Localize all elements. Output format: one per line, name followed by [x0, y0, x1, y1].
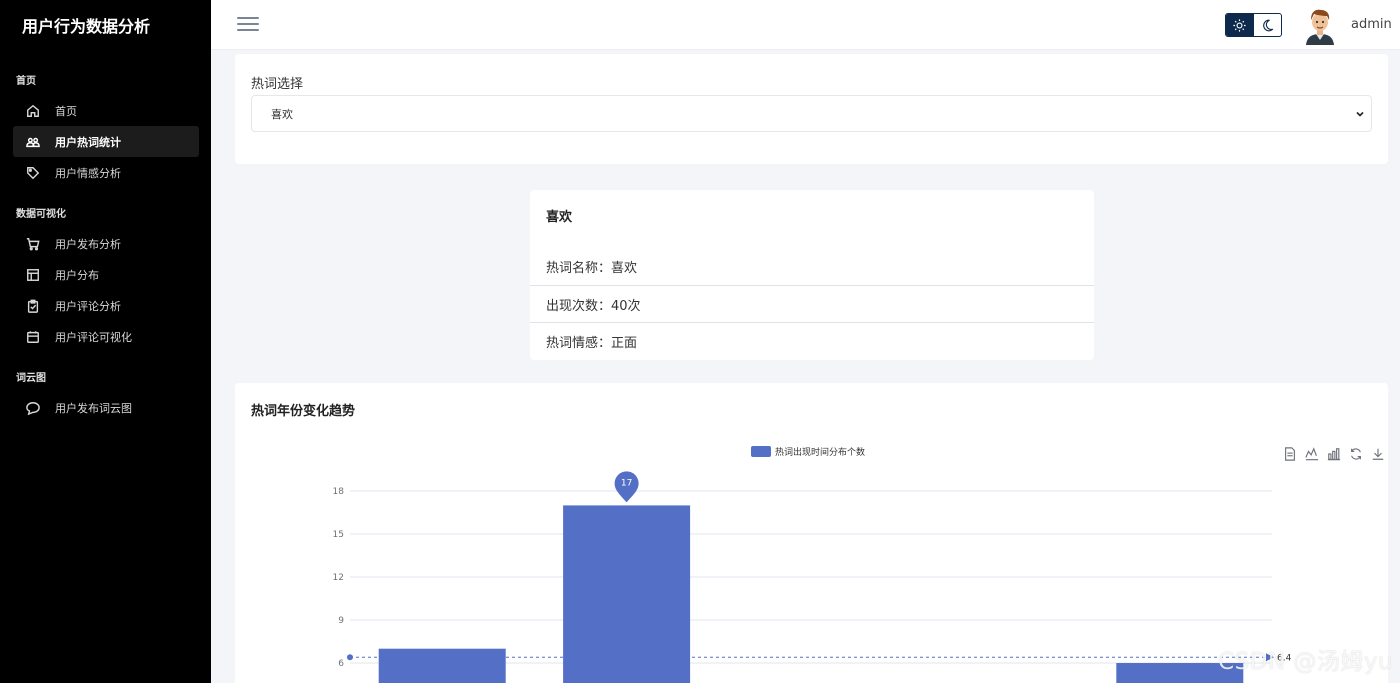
hotword-select-value: 喜欢 [271, 107, 293, 121]
home-icon [25, 103, 41, 119]
hotword-info-card: 喜欢 热词名称：喜欢 出现次数：40次 热词情感：正面 [530, 190, 1094, 360]
mark-point-label: 17 [621, 478, 632, 488]
sidebar-item[interactable]: 用户发布词云图 [13, 392, 199, 423]
moon-icon [1262, 19, 1273, 31]
y-tick-label: 6 [338, 659, 344, 669]
bar [563, 505, 691, 683]
sidebar-item[interactable]: 用户热词统计 [13, 126, 199, 157]
sidebar-item[interactable]: 用户发布分析 [13, 228, 199, 259]
legend-label: 热词出现时间分布个数 [775, 446, 865, 458]
username[interactable]: admin [1351, 17, 1392, 32]
sidebar-item-label: 用户发布分析 [55, 237, 121, 251]
table-icon [25, 267, 41, 283]
sidebar-section-title: 词云图 [16, 373, 46, 384]
sidebar-item-label: 用户情感分析 [55, 166, 121, 180]
calendar-icon [25, 329, 41, 345]
sidebar-item[interactable]: 用户评论可视化 [13, 321, 199, 352]
sidebar-nav: 首页 首页 用户热词统计 用户情感分析 数据可视化 用户发布分析 用户分布 用户评论分析 用户评… [0, 50, 211, 423]
hotword-select[interactable]: 喜欢 [251, 95, 1372, 132]
avatar[interactable] [1304, 7, 1336, 45]
sidebar-item-label: 用户发布词云图 [55, 401, 132, 415]
sidebar-item-label: 首页 [55, 104, 77, 118]
dark-theme-button[interactable] [1254, 14, 1282, 36]
bar [378, 648, 506, 683]
data-view-icon[interactable] [1283, 446, 1297, 461]
light-theme-button[interactable] [1226, 14, 1254, 36]
line-switch-icon[interactable] [1305, 446, 1319, 461]
cart-icon [25, 236, 41, 252]
y-tick-label: 18 [333, 487, 345, 497]
restore-icon[interactable] [1349, 446, 1363, 460]
top-header: admin [211, 0, 1400, 50]
hotword-name-row: 热词名称：喜欢 [546, 261, 638, 276]
theme-toggle[interactable] [1225, 13, 1282, 37]
watermark: CSDN @汤姆yu [1218, 649, 1394, 675]
chart-toolbox [1283, 446, 1385, 461]
sidebar-item-label: 用户评论分析 [55, 299, 121, 313]
clipboard-icon [25, 298, 41, 314]
hotword-count-row: 出现次数：40次 [546, 299, 641, 314]
hotword-sentiment-row: 热词情感：正面 [546, 336, 638, 351]
y-tick-label: 12 [333, 573, 344, 583]
hotword-select-label: 热词选择 [251, 77, 304, 92]
sidebar-item[interactable]: 用户分布 [13, 259, 199, 290]
sidebar-item-label: 用户评论可视化 [55, 330, 132, 344]
tag-icon [25, 165, 41, 181]
sidebar-item[interactable]: 首页 [13, 95, 199, 126]
sidebar-item[interactable]: 用户情感分析 [13, 157, 199, 188]
y-tick-label: 15 [333, 530, 344, 540]
y-tick-label: 9 [338, 616, 344, 626]
sidebar-section-title: 数据可视化 [16, 209, 66, 220]
trend-chart-card: 热词年份变化趋势 热词出现时间分布个数 6 9 12 15 18 17 6.4 [235, 383, 1388, 683]
sun-icon [1233, 18, 1246, 32]
sidebar: 用户行为数据分析 首页 首页 用户热词统计 用户情感分析 数据可视化 用户发布分析 用户分布… [0, 0, 211, 683]
sidebar-item-label: 用户分布 [55, 268, 99, 282]
hotword-info-title: 喜欢 [546, 210, 573, 225]
chevron-down-icon [1356, 111, 1364, 117]
sidebar-section-title: 首页 [16, 76, 36, 87]
chat-icon [25, 400, 41, 416]
download-icon[interactable] [1371, 446, 1385, 460]
bar-chart: 热词出现时间分布个数69121518176.4 [333, 446, 1292, 683]
hotword-select-card: 热词选择 喜欢 [235, 54, 1388, 164]
users-icon [25, 134, 41, 150]
app-title: 用户行为数据分析 [22, 17, 151, 36]
sidebar-item[interactable]: 用户评论分析 [13, 290, 199, 321]
sidebar-item-label: 用户热词统计 [55, 135, 121, 149]
bar-switch-icon[interactable] [1327, 446, 1341, 461]
menu-toggle-icon[interactable] [237, 14, 259, 34]
legend-swatch [751, 446, 771, 457]
